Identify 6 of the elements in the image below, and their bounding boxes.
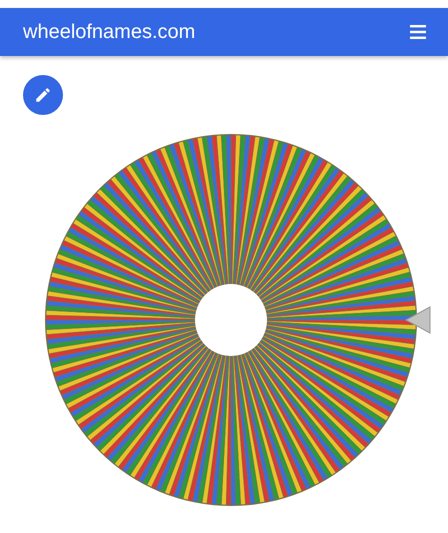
pencil-icon bbox=[34, 86, 52, 104]
wheel-drawing[interactable] bbox=[45, 134, 417, 506]
site-title: wheelofnames.com bbox=[23, 20, 196, 44]
menu-icon[interactable] bbox=[410, 25, 426, 39]
pointer-arrow bbox=[404, 306, 430, 334]
edit-button[interactable] bbox=[23, 75, 63, 115]
